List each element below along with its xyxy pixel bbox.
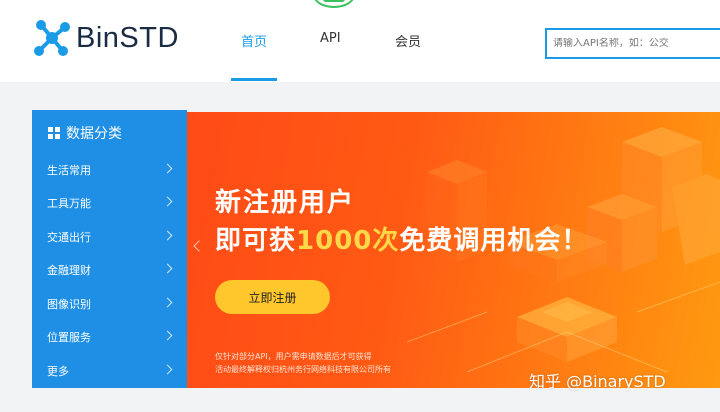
banner-headline-line2: 即可获1000次免费调用机会！ <box>215 220 588 257</box>
sidebar-title: 数据分类 <box>48 123 122 143</box>
register-now-button[interactable]: 立即注册 <box>215 280 330 314</box>
sidebar-item-finance[interactable]: 金融理财 <box>32 253 187 287</box>
zhihu-watermark: 知乎 @BinarySTD <box>529 372 666 391</box>
nav-active-indicator <box>231 78 277 81</box>
chevron-right-icon <box>162 330 173 341</box>
sidebar-item-label: 更多 <box>47 365 69 378</box>
nav-item-home[interactable]: 首页 <box>241 31 267 50</box>
search-box[interactable] <box>545 28 720 59</box>
category-sidebar: 数据分类 生活常用 工具万能 交通出行 金融理财 图像识别 位置服务 更多 <box>32 110 187 388</box>
banner-headline-line1: 新注册用户 <box>215 188 356 218</box>
sidebar-item-label: 金融理财 <box>47 264 91 277</box>
headline-suffix: 免费调用机会！ <box>399 226 589 256</box>
banner-prev-arrow-icon[interactable] <box>193 240 205 252</box>
brand-logo[interactable]: BinSTD <box>34 18 179 58</box>
grid-icon <box>48 127 60 139</box>
top-header: BinSTD 首页 API 会员 <box>0 0 720 82</box>
sidebar-title-label: 数据分类 <box>66 126 122 142</box>
chevron-right-icon <box>162 196 173 207</box>
search-input[interactable] <box>553 38 720 49</box>
sidebar-item-tools[interactable]: 工具万能 <box>32 186 187 220</box>
sidebar-item-life[interactable]: 生活常用 <box>32 153 187 187</box>
molecule-logo-icon <box>34 20 70 56</box>
brand-name: BinSTD <box>76 21 179 54</box>
sidebar-item-label: 位置服务 <box>47 331 91 344</box>
sidebar-item-label: 工具万能 <box>47 197 91 210</box>
sidebar-item-label: 图像识别 <box>47 298 91 311</box>
chevron-right-icon <box>162 230 173 241</box>
chevron-right-icon <box>162 364 173 375</box>
nav-item-member[interactable]: 会员 <box>395 31 421 50</box>
promo-banner[interactable]: 新注册用户 即可获1000次免费调用机会！ 立即注册 仅针对部分API，用户需申… <box>187 112 720 388</box>
sidebar-item-more[interactable]: 更多 <box>32 354 187 388</box>
sidebar-item-label: 交通出行 <box>47 231 91 244</box>
chevron-right-icon <box>162 163 173 174</box>
sidebar-item-image-recognition[interactable]: 图像识别 <box>32 287 187 321</box>
nav-item-api[interactable]: API <box>320 31 341 46</box>
chevron-right-icon <box>162 297 173 308</box>
headline-prefix: 即可获 <box>215 226 297 256</box>
chevron-right-icon <box>162 263 173 274</box>
banner-note-1: 仅针对部分API，用户需申请数据后才可获得 <box>215 352 372 361</box>
top-badge-icon <box>313 0 355 8</box>
sidebar-item-label: 生活常用 <box>47 164 91 177</box>
banner-note-2: 活动最终解释权归杭州务行网络科技有限公司所有 <box>215 365 391 374</box>
headline-highlight: 1000次 <box>296 226 400 256</box>
sidebar-item-location[interactable]: 位置服务 <box>32 320 187 354</box>
sidebar-item-transport[interactable]: 交通出行 <box>32 220 187 254</box>
